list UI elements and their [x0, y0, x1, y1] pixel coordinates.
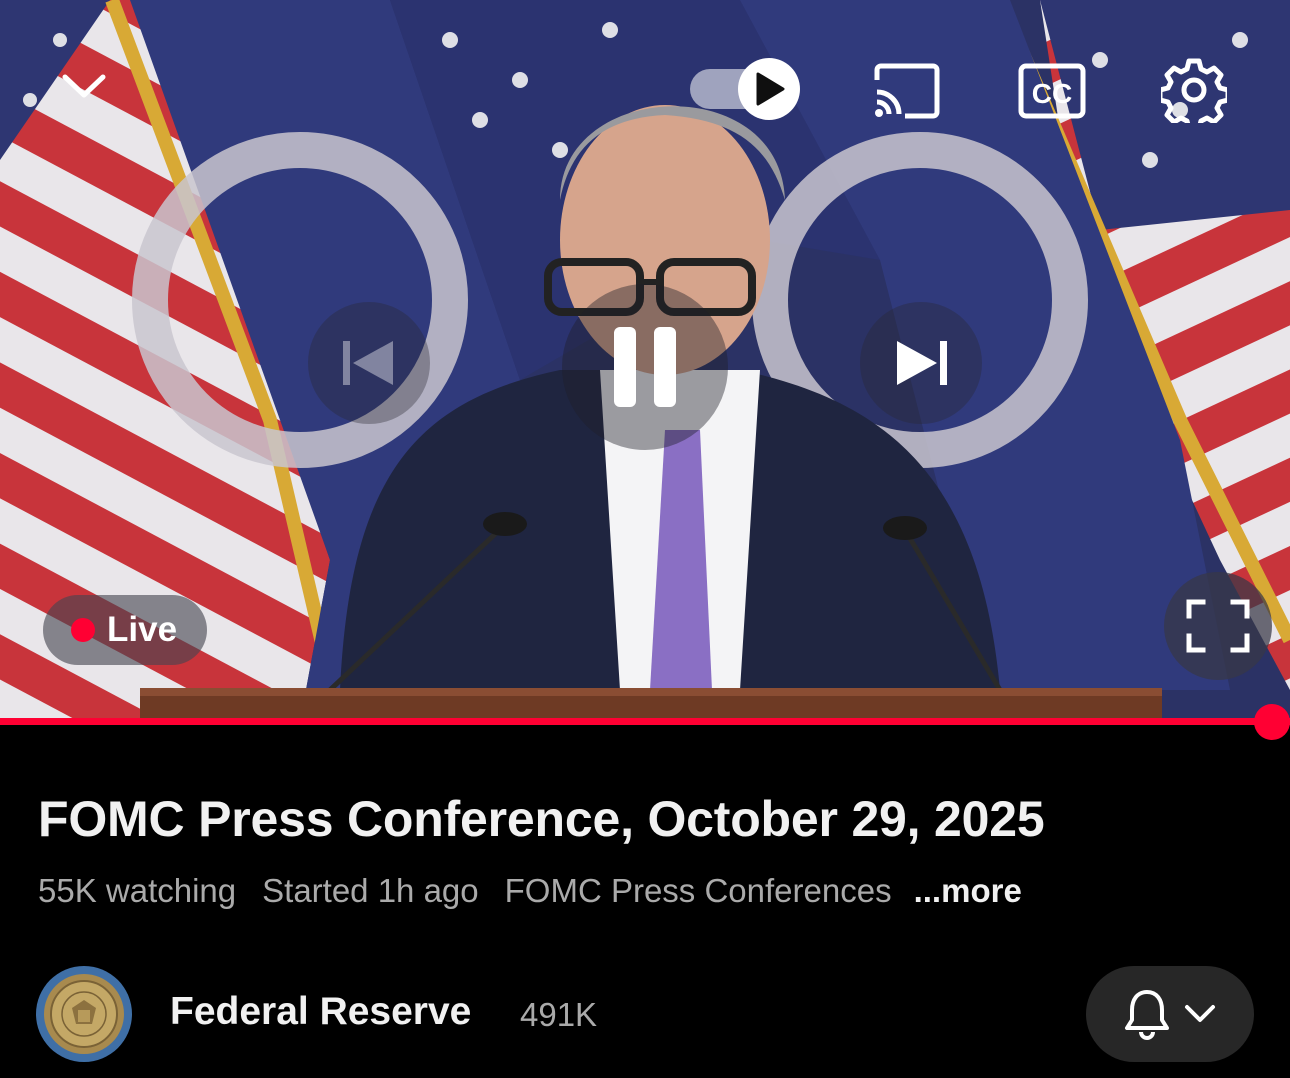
more-link[interactable]: ...more [914, 872, 1022, 910]
progress-bar[interactable] [0, 718, 1290, 725]
channel-name[interactable]: Federal Reserve [170, 990, 471, 1034]
pause-button[interactable] [562, 284, 728, 450]
live-label: Live [107, 610, 178, 649]
video-title[interactable]: FOMC Press Conference, October 29, 2025 [38, 790, 1045, 848]
live-badge[interactable]: Live [43, 595, 208, 665]
video-meta[interactable]: 55K watching Started 1h ago FOMC Press C… [38, 872, 1022, 910]
bell-icon [1125, 990, 1169, 1040]
progress-fill [0, 718, 1290, 725]
cc-icon-label: CC [1032, 78, 1072, 109]
play-icon [756, 72, 785, 106]
fullscreen-icon [1186, 599, 1250, 653]
subscriber-count: 491K [520, 996, 598, 1033]
cc-icon: CC [1018, 63, 1086, 119]
previous-button[interactable] [308, 302, 430, 424]
cast-icon [874, 63, 940, 119]
live-dot [71, 618, 95, 642]
cast-button[interactable] [866, 56, 946, 126]
pause-icon [614, 327, 676, 407]
next-button[interactable] [860, 302, 982, 424]
channel-row: Federal Reserve 491K [36, 966, 1256, 1062]
federal-reserve-seal-icon [44, 974, 124, 1054]
gear-icon [1161, 58, 1227, 123]
skip-previous-icon [343, 341, 393, 385]
progress-scrubber[interactable] [1254, 704, 1290, 740]
avatar[interactable] [36, 966, 132, 1062]
watching-count: 55K watching [38, 872, 237, 909]
playlist-name: FOMC Press Conferences [504, 872, 892, 909]
video-player[interactable]: CC Live [0, 0, 1290, 722]
chevron-down-icon [62, 74, 106, 98]
autoplay-knob[interactable] [738, 58, 800, 120]
collapse-button[interactable] [52, 58, 116, 114]
fullscreen-button[interactable] [1164, 572, 1272, 680]
started-time: Started 1h ago [262, 872, 479, 909]
chevron-down-icon [1185, 1005, 1215, 1022]
notification-bell-button[interactable] [1086, 966, 1254, 1062]
skip-next-icon [897, 341, 947, 385]
captions-button[interactable]: CC [1012, 56, 1092, 126]
settings-button[interactable] [1156, 52, 1232, 128]
